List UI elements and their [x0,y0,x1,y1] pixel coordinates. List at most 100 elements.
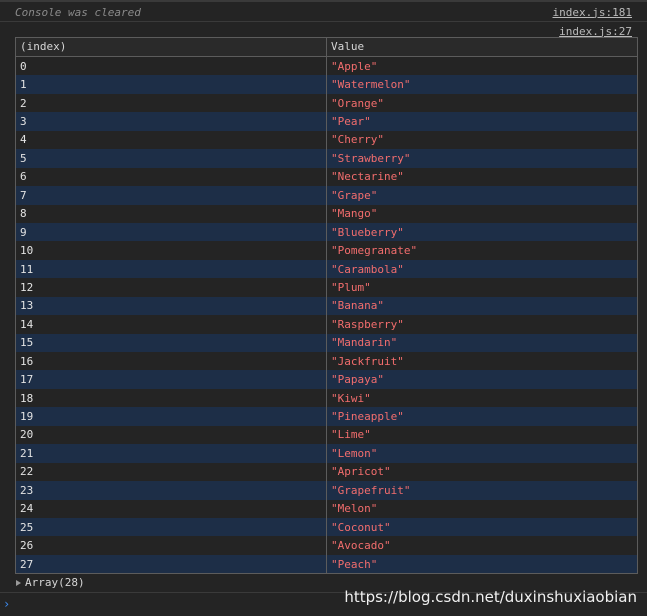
cell-value: "Pomegranate" [331,244,418,258]
prompt-chevron-icon: › [3,597,11,611]
cell-value: "Coconut" [331,520,391,534]
array-summary[interactable]: Array(28) [16,576,85,589]
table-row: 21 "Lemon" [16,444,637,463]
cell-index: 23 [16,481,327,500]
cell-value: "Melon" [331,502,378,516]
column-header-value[interactable]: Value [327,38,637,56]
cell-value: "Mango" [331,207,378,221]
table-row: 13 "Banana" [16,296,637,316]
cell-value: "Pineapple" [331,410,404,424]
table-row: 8 "Mango" [16,204,637,223]
table-row: 24 "Melon" [16,499,637,518]
cell-index: 10 [16,241,327,260]
table-header: (index) Value [16,38,637,57]
cell-index: 3 [16,112,327,131]
cell-value: "Avocado" [331,539,391,553]
cell-value: "Pear" [331,115,371,129]
cell-index: 16 [16,352,327,371]
cell-index: 24 [16,499,327,518]
cell-index: 13 [16,296,327,316]
cell-index: 4 [16,130,327,150]
table-row: 5 "Strawberry" [16,149,637,168]
cell-value: "Cherry" [331,133,384,147]
table-row: 23 "Grapefruit" [16,481,637,500]
table-row: 15 "Mandarin" [16,333,637,352]
watermark-text: https://blog.csdn.net/duxinshuxiaobian [344,588,637,606]
table-row: 2 "Orange" [16,93,637,113]
cell-index: 2 [16,93,327,113]
cell-value: "Peach" [331,557,378,571]
cell-index: 27 [16,554,327,574]
cell-value: "Carambola" [331,262,404,276]
table-row: 22 "Apricot" [16,462,637,482]
cell-value: "Kiwi" [331,391,371,405]
table-row: 3 "Pear" [16,112,637,131]
expand-triangle-icon[interactable] [16,579,21,586]
devtools-console: Console was cleared index.js:181 index.j… [0,0,647,616]
cell-index: 17 [16,370,327,389]
cell-value: "Raspberry" [331,317,404,331]
cell-index: 14 [16,315,327,334]
table-row: 1 "Watermelon" [16,75,637,94]
cell-value: "Jackfruit" [331,354,404,368]
cell-index: 7 [16,186,327,205]
cell-value: "Lemon" [331,446,378,460]
cell-index: 0 [16,57,327,76]
cell-index: 18 [16,388,327,408]
table-body: 0 "Apple" 1 "Watermelon" 2 "Orange" 3 "Pear" 4 "C… [16,57,637,574]
cleared-text: Console was cleared [15,5,141,19]
cell-value: "Banana" [331,299,384,313]
console-cleared-message: Console was cleared index.js:181 [0,3,647,22]
cell-value: "Grape" [331,188,378,202]
column-header-index[interactable]: (index) [16,38,327,56]
table-row: 11 "Carambola" [16,259,637,279]
table-row: 14 "Raspberry" [16,315,637,334]
cell-index: 25 [16,517,327,537]
table-row: 18 "Kiwi" [16,388,637,408]
cell-index: 12 [16,278,327,297]
cell-index: 6 [16,167,327,187]
cell-index: 9 [16,222,327,242]
array-summary-label: Array(28) [25,576,85,589]
console-table: (index) Value 0 "Apple" 1 "Watermelon" 2 "Ora… [15,37,638,575]
table-row: 9 "Blueberry" [16,222,637,242]
cell-value: "Blueberry" [331,225,404,239]
cell-index: 1 [16,75,327,94]
cell-value: "Plum" [331,280,371,294]
cell-value: "Orange" [331,96,384,110]
table-row: 7 "Grape" [16,186,637,205]
table-row: 16 "Jackfruit" [16,352,637,371]
table-row: 27 "Peach" [16,554,637,574]
cell-value: "Apricot" [331,465,391,479]
cell-index: 20 [16,425,327,445]
cell-index: 21 [16,444,327,463]
cell-index: 5 [16,149,327,168]
cell-value: "Watermelon" [331,78,411,92]
cell-value: "Apple" [331,59,378,73]
console-top-border [0,0,647,2]
table-row: 25 "Coconut" [16,517,637,537]
table-row: 26 "Avocado" [16,536,637,555]
cell-index: 15 [16,333,327,352]
cell-value: "Papaya" [331,373,384,387]
cell-value: "Nectarine" [331,170,404,184]
cell-index: 22 [16,462,327,482]
table-row: 19 "Pineapple" [16,407,637,426]
cell-value: "Grapefruit" [331,483,411,497]
source-link-table[interactable]: index.js:27 [559,25,632,38]
table-row: 12 "Plum" [16,278,637,297]
table-row: 20 "Lime" [16,425,637,445]
cell-value: "Strawberry" [331,151,411,165]
cell-index: 8 [16,204,327,223]
cell-value: "Mandarin" [331,336,398,350]
cell-value: "Lime" [331,428,371,442]
cell-index: 11 [16,259,327,279]
table-row: 4 "Cherry" [16,130,637,150]
table-row: 6 "Nectarine" [16,167,637,187]
table-row: 10 "Pomegranate" [16,241,637,260]
source-link-cleared[interactable]: index.js:181 [553,6,632,19]
cell-index: 26 [16,536,327,555]
table-row: 17 "Papaya" [16,370,637,389]
table-row: 0 "Apple" [16,57,637,76]
cell-index: 19 [16,407,327,426]
